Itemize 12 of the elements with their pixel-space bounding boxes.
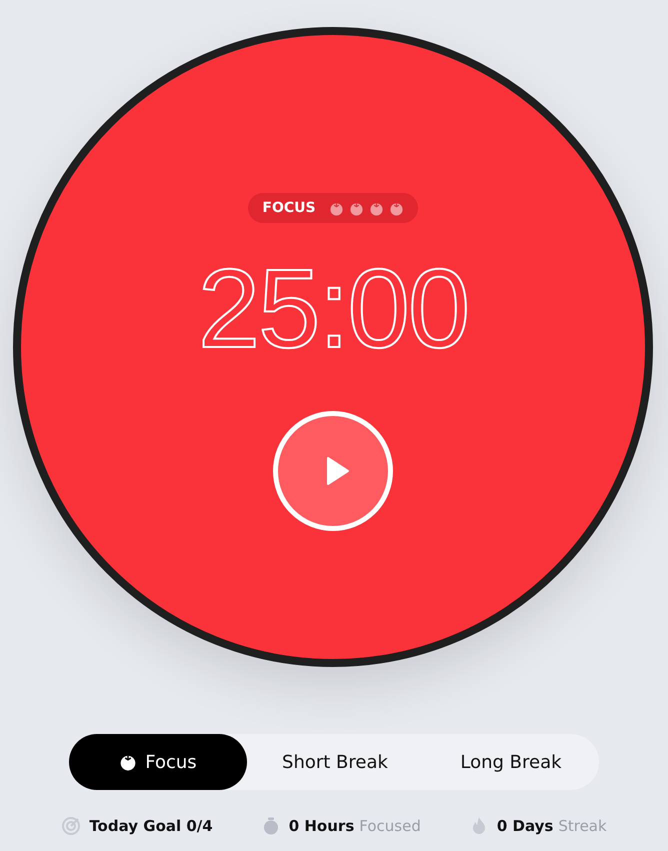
timer-readout: 25:00	[198, 253, 468, 365]
stat-value: Today Goal 0/4	[89, 817, 213, 835]
mode-tab[interactable]: Focus	[69, 734, 247, 790]
mode-tab[interactable]: Long Break	[423, 734, 599, 790]
tomato-icon	[119, 753, 138, 771]
stat-value: 0 Hours	[288, 817, 354, 835]
mode-tab[interactable]: Short Break	[247, 734, 423, 790]
mode-label: FOCUS	[262, 200, 316, 216]
stat-label: Streak	[558, 817, 607, 835]
target-icon	[61, 816, 82, 836]
stat-value: 0 Days	[496, 817, 554, 835]
stat-label: Focused	[359, 817, 421, 835]
